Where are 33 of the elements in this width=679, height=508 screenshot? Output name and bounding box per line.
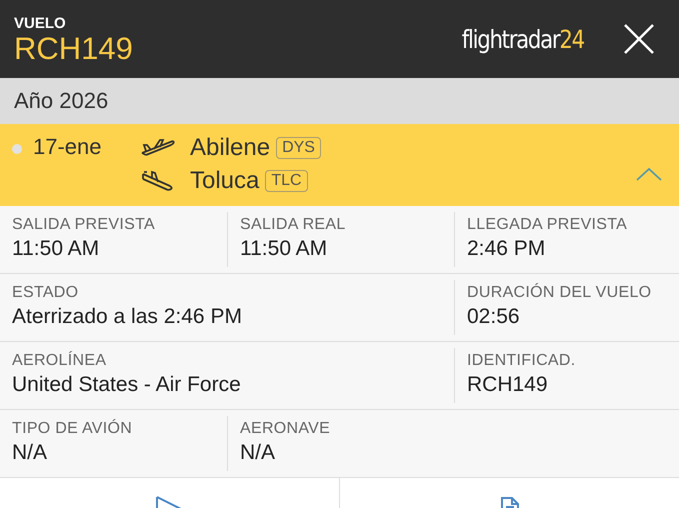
flight-number: RCH149: [14, 32, 134, 66]
field-label: IDENTIFICAD.: [467, 351, 576, 371]
header-label: VUELO: [14, 16, 67, 32]
close-icon[interactable]: [623, 23, 655, 55]
airport-code: DYS: [276, 137, 321, 159]
flight-row[interactable]: 17-ene Abilene DYS Toluca TLC: [0, 124, 679, 206]
field-value: 11:50 AM: [240, 236, 328, 262]
logo-number: 24: [560, 24, 584, 54]
city-name: Abilene: [190, 134, 270, 162]
field-value: Aterrizado a las 2:46 PM: [12, 304, 243, 330]
field-value: N/A: [12, 440, 48, 466]
document-icon: [500, 496, 520, 508]
field-label: SALIDA REAL: [240, 215, 347, 235]
field-label: TIPO DE AVIÓN: [12, 419, 134, 439]
field-label: DURACIÓN DEL VUELO: [467, 283, 652, 303]
field-value: RCH149: [467, 372, 549, 398]
city-name: Toluca: [190, 167, 260, 195]
year-text: Año 2026: [14, 88, 108, 114]
field-value: 11:50 AM: [12, 236, 100, 262]
airport-code: TLC: [265, 170, 308, 192]
field-value: United States - Air Force: [12, 372, 242, 398]
field-value: 02:56: [467, 304, 521, 330]
chevron-icon[interactable]: [636, 167, 662, 181]
flight-date: 17-ene: [33, 134, 103, 160]
logo-text: flightradar: [462, 24, 560, 54]
field-label: AEROLÍNEA: [12, 351, 108, 371]
field-label: ESTADO: [12, 283, 80, 303]
field-value: N/A: [240, 440, 276, 466]
field-label: LLEGADA PREVISTA: [467, 215, 628, 235]
field-value: 2:46 PM: [467, 236, 546, 262]
status-dot-icon: [12, 144, 22, 154]
field-label: SALIDA PREVISTA: [12, 215, 156, 235]
field-label: AERONAVE: [240, 419, 332, 439]
